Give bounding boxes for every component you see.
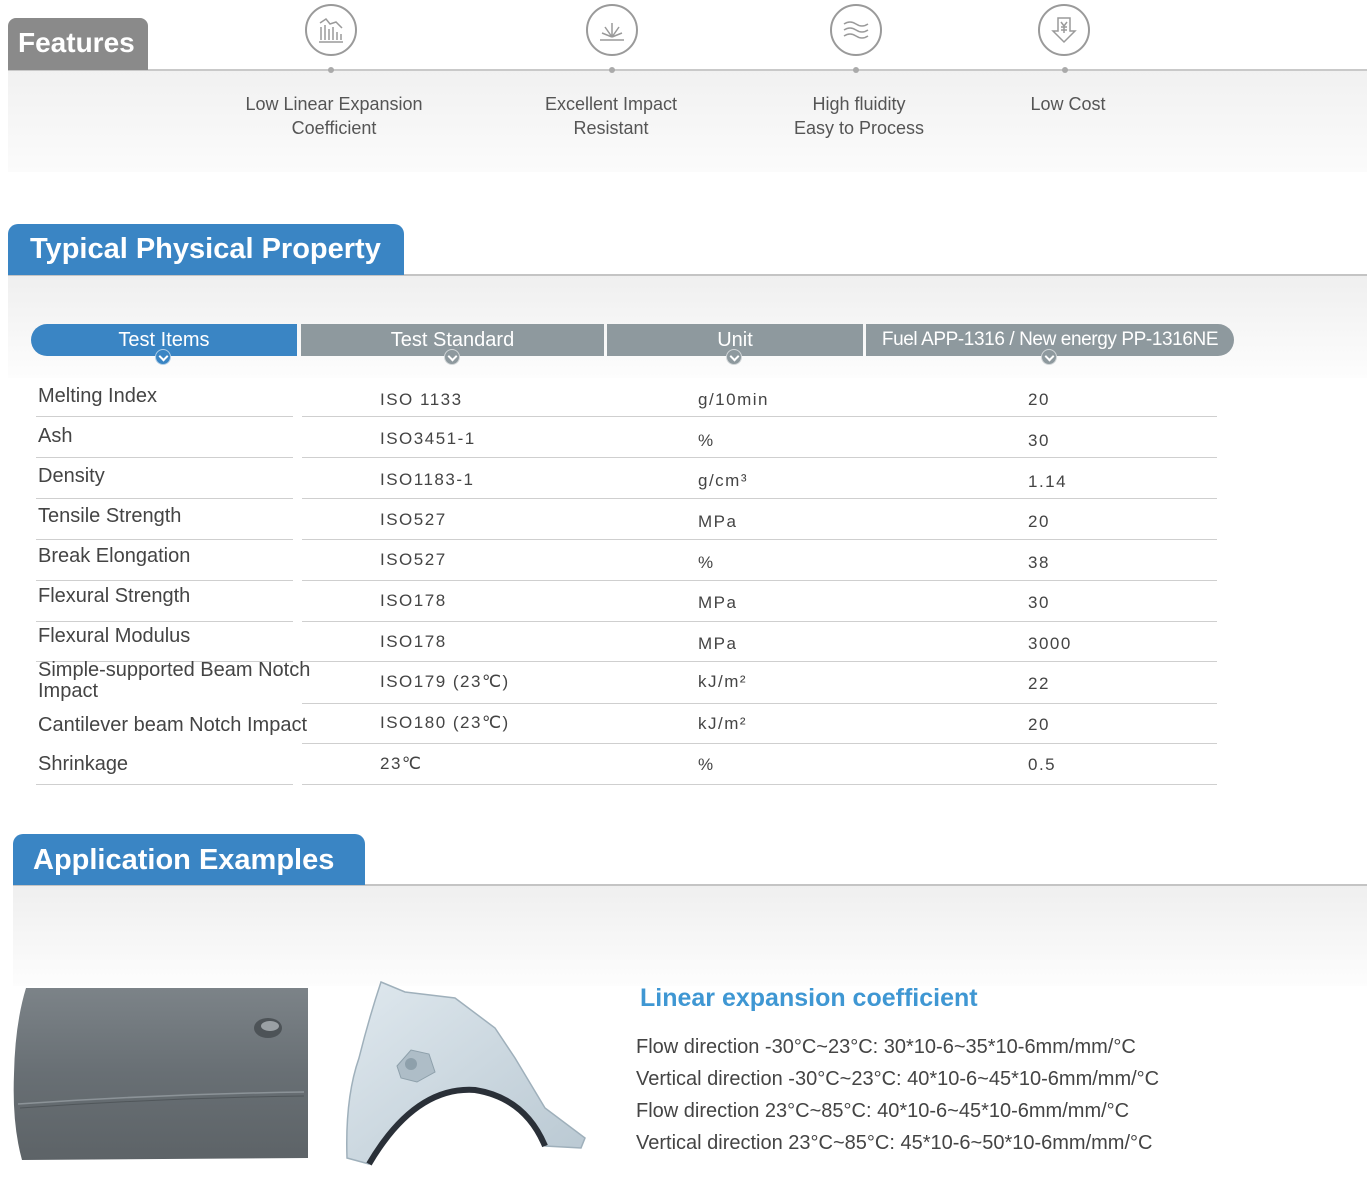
chart-decline-icon: [305, 4, 357, 56]
header-label: Test Items: [118, 329, 210, 351]
row-item: Melting Index: [38, 385, 157, 407]
row-value: 3000: [1028, 634, 1072, 653]
linear-expansion-title: Linear expansion coefficient: [640, 984, 978, 1012]
yen-down-icon: [1038, 4, 1090, 56]
table-row: Melting Index ISO 1133 g/10min 20: [0, 377, 1367, 417]
header-label: Test Standard: [390, 329, 515, 351]
feature-label-expansion: Low Linear Expansion Coefficient: [245, 94, 423, 138]
row-unit: kJ/m²: [698, 672, 748, 691]
expansion-line: Flow direction -30°C~23°C: 30*10-6~35*10…: [636, 1036, 1136, 1058]
row-standard: ISO527: [380, 550, 447, 569]
expansion-line: Flow direction 23°C~85°C: 40*10-6~45*10-…: [636, 1100, 1130, 1122]
table-row: Simple-supported Beam Notch Impact ISO17…: [0, 659, 1367, 704]
row-standard: 23℃: [380, 754, 423, 773]
property-title: Typical Physical Property: [8, 224, 404, 275]
row-standard: ISO 1133: [380, 390, 463, 409]
row-standard: ISO180 (23℃): [380, 713, 510, 732]
feature-label-cost: Low Cost: [1030, 94, 1106, 114]
header-product: Fuel APP-1316 / New energy PP-1316NE: [866, 324, 1234, 365]
table-row: Cantilever beam Notch Impact ISO180 (23℃…: [0, 704, 1367, 744]
row-item: Flexural Strength: [38, 585, 191, 607]
features-title: Features: [8, 18, 148, 70]
row-divider: [302, 784, 1217, 785]
table-row: Break Elongation ISO527 % 38: [0, 540, 1367, 581]
row-value: 22: [1028, 674, 1050, 693]
row-value: 0.5: [1028, 755, 1057, 774]
header-test-items: Test Items: [31, 324, 297, 365]
header-test-standard: Test Standard: [301, 324, 604, 365]
row-unit: MPa: [698, 512, 738, 531]
row-item: Simple-supported Beam Notch Impact: [38, 659, 311, 702]
car-fender-image: [346, 980, 586, 1166]
table-row: Flexural Strength ISO178 MPa 30: [0, 581, 1367, 622]
row-unit: %: [698, 431, 715, 450]
row-item: Shrinkage: [38, 753, 129, 775]
row-unit: g/10min: [698, 390, 769, 409]
table-row: Flexural Modulus ISO178 MPa 3000: [0, 622, 1367, 662]
row-unit: g/cm³: [698, 471, 748, 490]
row-unit: MPa: [698, 634, 738, 653]
features-divider: [8, 69, 1367, 71]
feature-dot: [1062, 67, 1068, 73]
application-title: Application Examples: [13, 834, 365, 885]
application-band: [13, 886, 1367, 986]
row-item: Ash: [38, 425, 73, 447]
row-item: Cantilever beam Notch Impact: [38, 714, 308, 736]
feature-dot: [328, 67, 334, 73]
row-item: Break Elongation: [38, 545, 191, 567]
row-standard: ISO178: [380, 632, 447, 651]
row-standard: ISO3451-1: [380, 429, 476, 448]
row-unit: %: [698, 553, 715, 572]
row-standard: ISO527: [380, 510, 447, 529]
row-standard: ISO1183-1: [380, 470, 475, 489]
row-item: Density: [38, 465, 105, 487]
waves-icon: [830, 4, 882, 56]
row-value: 30: [1028, 431, 1050, 450]
chevron-down-icon: [155, 349, 171, 365]
row-item: Tensile Strength: [38, 505, 182, 527]
row-value: 30: [1028, 593, 1050, 612]
chevron-down-icon: [443, 349, 460, 365]
table-row: Density ISO1183-1 g/cm³ 1.14: [0, 458, 1367, 499]
row-unit: MPa: [698, 593, 738, 612]
chevron-down-icon: [726, 349, 742, 365]
row-divider: [36, 784, 293, 785]
row-value: 1.14: [1028, 472, 1068, 491]
row-value: 20: [1028, 390, 1050, 409]
row-value: 38: [1028, 553, 1050, 572]
feature-label-impact: Excellent Impact Resistant: [544, 94, 678, 138]
feature-dot: [609, 67, 615, 73]
header-unit: Unit: [607, 324, 863, 365]
chevron-down-icon: [1041, 349, 1057, 365]
table-row: Ash ISO3451-1 % 30: [0, 417, 1367, 458]
row-unit: kJ/m²: [698, 714, 748, 733]
row-value: 20: [1028, 715, 1050, 734]
row-standard: ISO178: [380, 591, 447, 610]
row-unit: %: [698, 755, 715, 774]
table-row: Shrinkage 23℃ % 0.5: [0, 744, 1367, 785]
feature-label-fluidity: High fluidity Easy to Process: [793, 94, 925, 138]
table-row: Tensile Strength ISO527 MPa 20: [0, 499, 1367, 540]
expansion-line: Vertical direction -30°C~23°C: 40*10-6~4…: [636, 1068, 1160, 1090]
expansion-line: Vertical direction 23°C~85°C: 45*10-6~50…: [636, 1132, 1153, 1154]
row-item: Flexural Modulus: [38, 625, 191, 647]
header-label: Unit: [717, 329, 753, 351]
row-standard: ISO179 (23℃): [380, 672, 510, 691]
car-door-panel-image: [13, 988, 309, 1160]
impact-burst-icon: [586, 4, 638, 56]
header-label: Fuel APP-1316 / New energy PP-1316NE: [881, 329, 1219, 350]
row-value: 20: [1028, 512, 1050, 531]
feature-dot: [853, 67, 859, 73]
